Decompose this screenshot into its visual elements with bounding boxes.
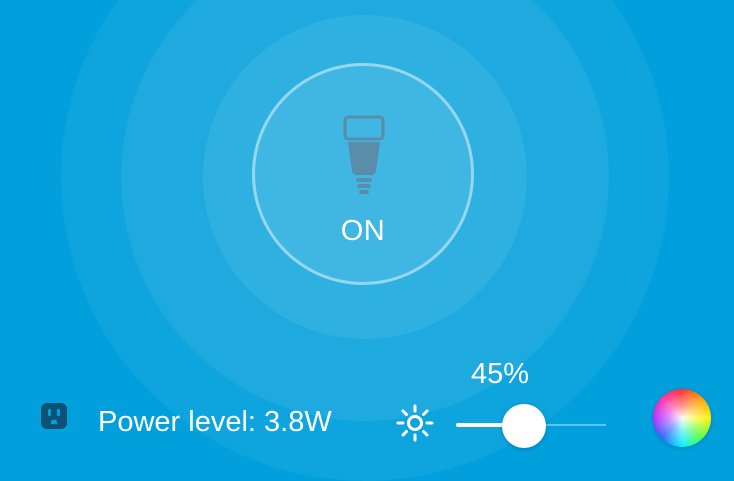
color-wheel-button[interactable] — [653, 389, 711, 447]
brightness-value-label: 45% — [470, 358, 530, 390]
brightness-sun-icon — [396, 404, 434, 442]
power-level-text: Power level: 3.8W — [98, 406, 332, 438]
power-state-label: ON — [340, 215, 386, 247]
power-outlet-icon — [41, 403, 67, 429]
brightness-slider[interactable] — [456, 404, 606, 448]
slider-thumb[interactable] — [501, 404, 546, 448]
power-toggle-button[interactable]: ON — [252, 63, 474, 285]
light-bulb-icon — [343, 115, 385, 194]
